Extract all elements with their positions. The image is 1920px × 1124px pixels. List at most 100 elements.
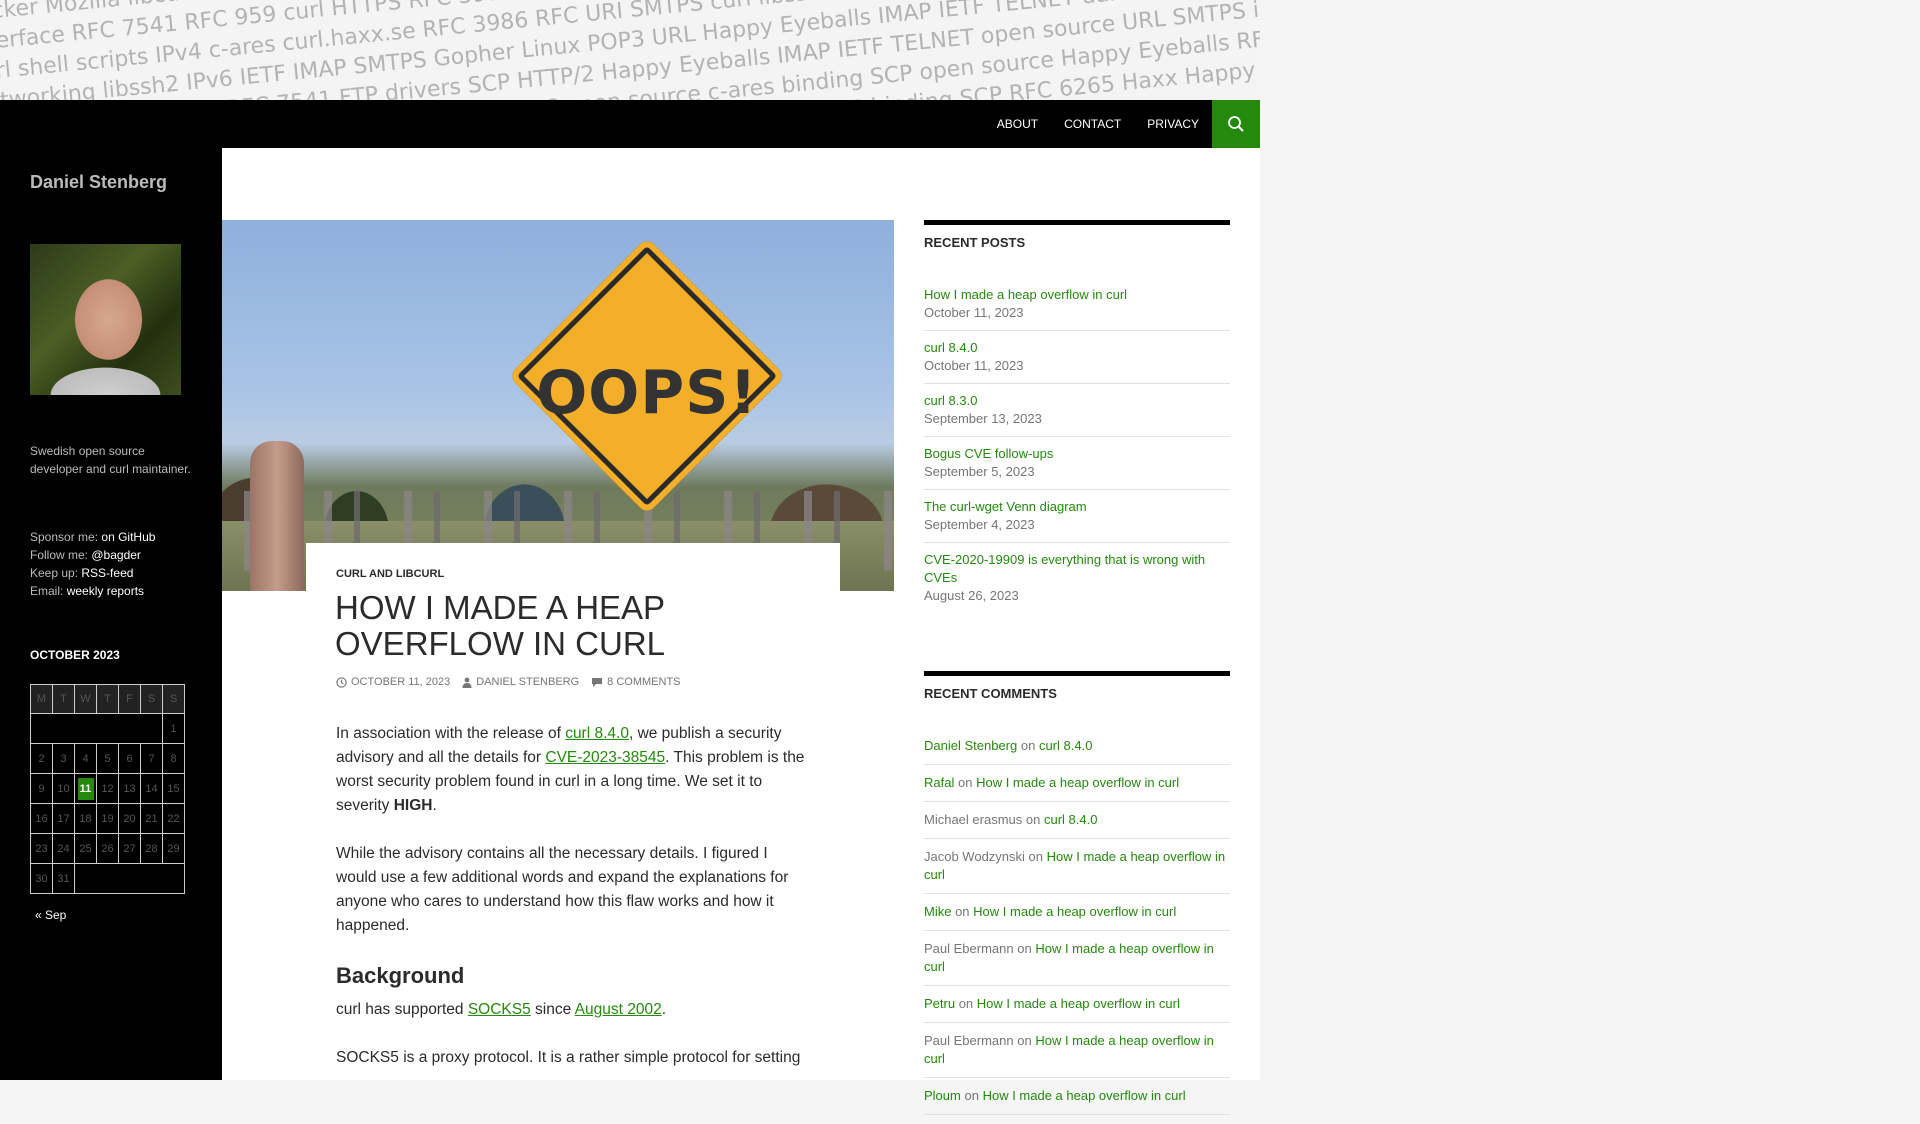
right-sidebar: Recent Posts How I made a heap overflow … (924, 220, 1230, 1124)
comment-author[interactable]: Mike (924, 904, 951, 919)
follow-label: Follow me: (30, 548, 89, 562)
recent-comments-title: Recent Comments (924, 686, 1057, 701)
comment-on-text: on (1017, 941, 1032, 956)
comment-on-text: on (964, 1088, 979, 1103)
recent-comment-item: Daniel Stenberg on curl 8.4.0 (924, 737, 1230, 765)
comment-post-link[interactable]: How I made a heap overflow in curl (973, 904, 1176, 919)
calendar-weekday: S (140, 684, 163, 714)
august-2002-link[interactable]: August 2002 (575, 1001, 662, 1018)
keepup-row: Keep up: RSS-feed (30, 564, 155, 582)
comment-author[interactable]: Rafal (924, 775, 954, 790)
calendar-week: 2345678 (30, 743, 185, 774)
calendar-day: 27 (118, 833, 141, 864)
author-photo (30, 244, 181, 395)
calendar-day: 22 (162, 803, 185, 834)
follow-row: Follow me: @bagder (30, 546, 155, 564)
recent-post-item: curl 8.3.0 September 13, 2023 (924, 392, 1230, 437)
comment-post-link[interactable]: curl 8.4.0 (1044, 812, 1097, 827)
recent-post-link[interactable]: curl 8.3.0 (924, 392, 1230, 410)
paragraph: curl has supported SOCKS5 since August 2… (336, 998, 806, 1022)
post-author-text: Daniel Stenberg (476, 676, 580, 688)
nav-item-privacy[interactable]: Privacy (1134, 100, 1212, 148)
sponsor-row: Sponsor me: on GitHub (30, 528, 155, 546)
recent-post-date: October 11, 2023 (924, 305, 1024, 320)
calendar-today-link[interactable]: 11 (77, 777, 94, 800)
masthead: About Contact Privacy (0, 100, 1260, 148)
recent-post-link[interactable]: CVE-2020-19909 is everything that is wro… (924, 551, 1230, 587)
calendar-day: 20 (118, 803, 141, 834)
recent-posts-list: How I made a heap overflow in curl Octobe… (924, 286, 1230, 613)
recent-post-link[interactable]: How I made a heap overflow in curl (924, 286, 1230, 304)
site-title[interactable]: Daniel Stenberg (30, 172, 167, 193)
paragraph: While the advisory contains all the nece… (336, 845, 789, 934)
calendar-day: 17 (52, 803, 75, 834)
comment-author: Jacob Wodzynski (924, 849, 1025, 864)
recent-post-date: September 13, 2023 (924, 411, 1042, 426)
recent-post-link[interactable]: The curl-wget Venn diagram (924, 498, 1230, 516)
calendar-weekday: M (30, 684, 53, 714)
post-category-link[interactable]: curl and libcurl (336, 568, 444, 580)
comment-post-link[interactable]: How I made a heap overflow in curl (983, 1088, 1186, 1103)
twitter-link[interactable]: @bagder (91, 548, 141, 562)
post-author[interactable]: Daniel Stenberg (462, 676, 579, 688)
socks5-link[interactable]: SOCKS5 (468, 1001, 531, 1018)
author-bio: Swedish open source developer and curl m… (30, 444, 191, 476)
comment-author[interactable]: Ploum (924, 1088, 961, 1103)
nav-item-contact[interactable]: Contact (1051, 100, 1134, 148)
weekly-reports-link[interactable]: weekly reports (67, 584, 144, 598)
calendar-day: 4 (74, 743, 97, 774)
calendar-prev-month-link[interactable]: « Sep (35, 908, 66, 922)
curl-840-link[interactable]: curl 8.4.0 (565, 725, 629, 742)
search-toggle-button[interactable] (1212, 100, 1260, 148)
calendar-week: 23 24 25 26 27 28 29 (30, 833, 185, 864)
recent-post-link[interactable]: curl 8.4.0 (924, 339, 1230, 357)
primary-nav: About Contact Privacy (984, 100, 1212, 148)
calendar-day: 26 (96, 833, 119, 864)
comment-on-text: on (955, 904, 970, 919)
calendar-day: 28 (140, 833, 163, 864)
calendar-day: 9 (30, 773, 53, 804)
calendar-pad (74, 863, 185, 894)
recent-post-date: September 5, 2023 (924, 464, 1035, 479)
recent-comment-item: Rafal on How I made a heap overflow in c… (924, 774, 1230, 802)
comment-post-link[interactable]: curl 8.4.0 (1039, 738, 1092, 753)
comment-on-text: on (1020, 738, 1036, 753)
calendar-weekday: F (118, 684, 141, 714)
calendar-day: 21 (140, 803, 163, 834)
featured-image[interactable]: OOPS! (222, 220, 894, 591)
calendar-day: 2 (30, 743, 53, 774)
calendar-day[interactable]: 11 (74, 773, 97, 804)
comment-author[interactable]: Petru (924, 996, 955, 1011)
post-date[interactable]: October 11, 2023 (336, 676, 450, 688)
rss-feed-link[interactable]: RSS-feed (81, 566, 133, 580)
comment-post-link[interactable]: How I made a heap overflow in curl (976, 775, 1179, 790)
header-banner-image[interactable]: curl.haxx.se Haxx curl libcurl HTTP RFC … (0, 0, 1260, 100)
comment-on-text: on (1017, 1033, 1032, 1048)
recent-comment-item: Paul Ebermann on How I made a heap overf… (924, 940, 1230, 986)
text: since (530, 1001, 575, 1018)
comment-author[interactable]: Daniel Stenberg (924, 738, 1017, 753)
github-sponsor-link[interactable]: on GitHub (101, 530, 155, 544)
severity-strong: HIGH (393, 797, 433, 814)
calendar-weekday: W (74, 684, 97, 714)
recent-comment-item: Jacob Wodzynski on How I made a heap ove… (924, 848, 1230, 894)
calendar-week: 1 (30, 713, 185, 744)
post-comments-text: 8 Comments (607, 676, 681, 688)
comment-on-text: on (1028, 849, 1044, 864)
image-urn-monument (250, 441, 304, 591)
comment-author: Paul Ebermann (924, 941, 1014, 956)
calendar-day: 10 (52, 773, 75, 804)
email-row: Email: weekly reports (30, 582, 155, 600)
widget-rule (924, 220, 1230, 225)
post-comments-link[interactable]: 8 Comments (591, 676, 681, 688)
comment-post-link[interactable]: How I made a heap overflow in curl (977, 996, 1180, 1011)
text: curl has supported (336, 1001, 468, 1018)
cve-link[interactable]: CVE-2023-38545 (545, 749, 665, 766)
nav-item-about[interactable]: About (984, 100, 1051, 148)
calendar-day: 25 (74, 833, 97, 864)
calendar-week: 9 10 11 12 13 14 15 (30, 773, 185, 804)
paragraph: In association with the release of curl … (336, 722, 806, 818)
calendar-day: 1 (162, 713, 185, 744)
recent-post-link[interactable]: Bogus CVE follow-ups (924, 445, 1230, 463)
email-label: Email: (30, 584, 64, 598)
